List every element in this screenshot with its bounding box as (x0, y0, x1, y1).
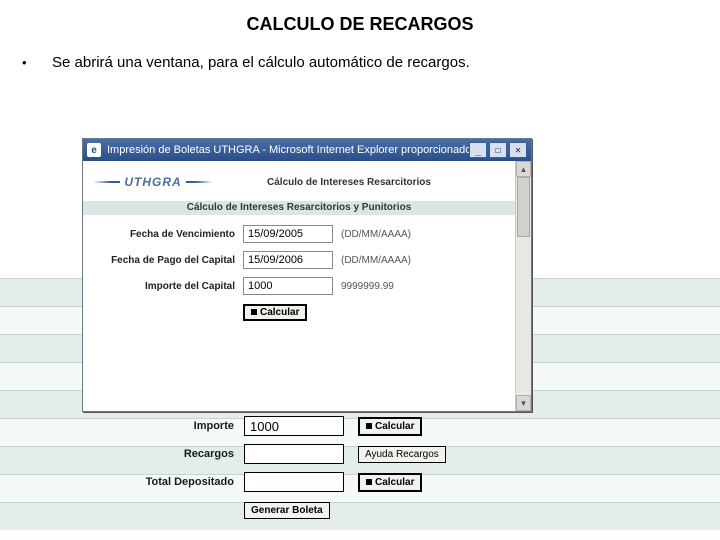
label-total-depositado: Total Depositado (82, 476, 244, 488)
lower-form: Importe Calcular Recargos Ayuda Recargos… (82, 412, 542, 524)
popup-window: e Impresión de Boletas UTHGRA - Microsof… (82, 138, 532, 412)
page-title: CALCULO DE RECARGOS (0, 0, 720, 53)
label-fecha-vencimiento: Fecha de Vencimiento (93, 229, 243, 240)
calcular-total-button[interactable]: Calcular (358, 473, 422, 492)
popup-content: UTHGRA Cálculo de Intereses Resarcitorio… (83, 161, 515, 411)
scroll-thumb[interactable] (517, 177, 530, 237)
hint-importe-capital: 9999999.99 (333, 281, 394, 292)
scroll-track[interactable] (516, 177, 531, 395)
generar-boleta-label: Generar Boleta (251, 505, 323, 516)
input-fecha-pago[interactable] (243, 251, 333, 269)
label-importe-capital: Importe del Capital (93, 281, 243, 292)
label-recargos: Recargos (82, 448, 244, 460)
generar-boleta-button[interactable]: Generar Boleta (244, 502, 330, 519)
input-importe-capital[interactable] (243, 277, 333, 295)
bullet-item: • Se abrirá una ventana, para el cálculo… (0, 53, 720, 73)
label-importe: Importe (82, 420, 244, 432)
uthgra-logo: UTHGRA (93, 170, 213, 194)
square-bullet-icon (251, 309, 257, 315)
window-minimize-button[interactable]: _ (469, 142, 487, 158)
input-recargos[interactable] (244, 444, 344, 464)
window-titlebar[interactable]: e Impresión de Boletas UTHGRA - Microsof… (83, 139, 531, 161)
input-fecha-vencimiento[interactable] (243, 225, 333, 243)
label-fecha-pago: Fecha de Pago del Capital (93, 255, 243, 266)
calcular-total-label: Calcular (375, 477, 414, 488)
scroll-up-button[interactable]: ▲ (516, 161, 531, 177)
bullet-dot: • (22, 53, 52, 73)
bullet-text: Se abrirá una ventana, para el cálculo a… (52, 53, 470, 73)
input-importe[interactable] (244, 416, 344, 436)
scroll-down-button[interactable]: ▼ (516, 395, 531, 411)
ayuda-recargos-button[interactable]: Ayuda Recargos (358, 446, 446, 463)
square-bullet-icon (366, 479, 372, 485)
calcular-importe-label: Calcular (375, 421, 414, 432)
vertical-scrollbar[interactable]: ▲ ▼ (515, 161, 531, 411)
ayuda-recargos-label: Ayuda Recargos (365, 449, 439, 460)
window-title-text: Impresión de Boletas UTHGRA - Microsoft … (107, 144, 469, 156)
calcular-importe-button[interactable]: Calcular (358, 417, 422, 436)
popup-calcular-label: Calcular (260, 307, 299, 318)
popup-calcular-button[interactable]: Calcular (243, 304, 307, 321)
section-band: Cálculo de Intereses Resarcitorios y Pun… (83, 201, 515, 215)
window-maximize-button[interactable]: ☐ (489, 142, 507, 158)
ie-app-icon: e (87, 143, 101, 157)
hint-fecha-vencimiento: (DD/MM/AAAA) (333, 229, 411, 240)
square-bullet-icon (366, 423, 372, 429)
popup-subtitle: Cálculo de Intereses Resarcitorios (213, 177, 505, 188)
window-close-button[interactable]: ✕ (509, 142, 527, 158)
input-total-depositado[interactable] (244, 472, 344, 492)
hint-fecha-pago: (DD/MM/AAAA) (333, 255, 411, 266)
logo-text: UTHGRA (120, 175, 185, 189)
